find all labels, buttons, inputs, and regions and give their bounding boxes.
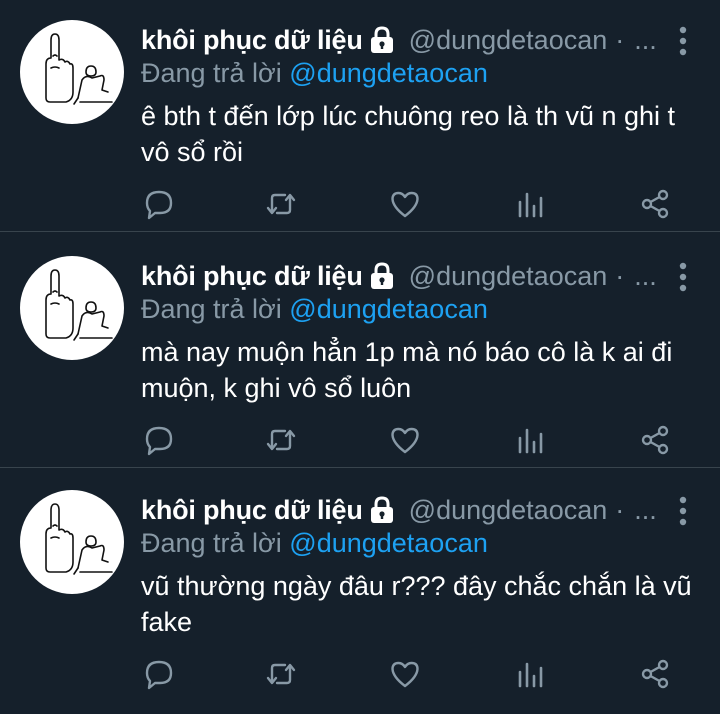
avatar-drawing-icon [45,503,113,575]
reply-button[interactable] [141,186,177,222]
tweet-actions [141,186,681,226]
lock-icon [369,26,395,54]
more-icon[interactable] [678,262,688,292]
reply-icon [145,426,173,456]
retweet-button[interactable] [263,422,299,458]
tweet-feed: khôi phục dữ liệu @dungdetaocan · ... Đa… [0,0,720,714]
reply-context: Đang trả lời @dungdetaocan [141,58,488,89]
stats-icon [518,662,543,688]
tweet[interactable]: khôi phục dữ liệu @dungdetaocan · ... Đa… [0,0,720,232]
stats-button[interactable] [513,422,549,458]
like-button[interactable] [387,422,423,458]
reply-prefix: Đang trả lời [141,294,282,324]
like-button[interactable] [387,186,423,222]
truncation-ellipsis: ... [634,494,657,525]
tweet[interactable]: khôi phục dữ liệu @dungdetaocan · ... Đa… [0,470,720,702]
reply-mention-link[interactable]: @dungdetaocan [289,528,488,558]
truncation-ellipsis: ... [634,260,657,291]
retweet-button[interactable] [263,656,299,692]
retweet-icon [266,193,296,215]
reply-icon [145,190,173,220]
share-button[interactable] [637,186,673,222]
like-icon [391,427,419,454]
stats-icon [518,428,543,454]
separator-dot: · [615,24,625,55]
retweet-button[interactable] [263,186,299,222]
author-name[interactable]: khôi phục dữ liệu [141,495,363,526]
retweet-icon [266,429,296,451]
tweet-text: ê bth t đến lớp lúc chuông reo là th vũ … [141,101,676,167]
tweet-actions [141,422,681,462]
avatar-drawing-icon [45,269,113,341]
stats-button[interactable] [513,656,549,692]
avatar-drawing-icon [45,33,113,105]
separator-dot: · [615,260,625,291]
separator-dot: · [615,494,625,525]
tweet-text: vũ thường ngày đâu r??? đây chắc chắn là… [141,571,692,637]
share-icon [641,659,669,689]
author-handle[interactable]: @dungdetaocan [409,495,608,526]
reply-prefix: Đang trả lời [141,58,282,88]
share-button[interactable] [637,422,673,458]
truncation-ellipsis: ... [634,24,657,55]
avatar[interactable] [20,20,124,124]
avatar[interactable] [20,256,124,360]
tweet[interactable]: khôi phục dữ liệu @dungdetaocan · ... Đa… [0,236,720,468]
reply-context: Đang trả lời @dungdetaocan [141,528,488,559]
author-handle[interactable]: @dungdetaocan [409,261,608,292]
share-icon [641,189,669,219]
like-icon [391,661,419,688]
like-button[interactable] [387,656,423,692]
stats-icon [518,192,543,218]
retweet-icon [266,663,296,685]
like-icon [391,191,419,218]
tweet-text: mà nay muộn hẳn 1p mà nó báo cô là k ai … [141,337,673,403]
reply-icon [145,660,173,690]
tweet-header: khôi phục dữ liệu @dungdetaocan · ... [141,492,657,528]
reply-prefix: Đang trả lời [141,528,282,558]
reply-context: Đang trả lời @dungdetaocan [141,294,488,325]
tweet-header: khôi phục dữ liệu @dungdetaocan · ... [141,258,657,294]
more-icon[interactable] [678,26,688,56]
share-icon [641,425,669,455]
more-icon[interactable] [678,496,688,526]
tweet-actions [141,656,681,696]
reply-mention-link[interactable]: @dungdetaocan [289,58,488,88]
author-name[interactable]: khôi phục dữ liệu [141,25,363,56]
tweet-header: khôi phục dữ liệu @dungdetaocan · ... [141,22,657,58]
avatar[interactable] [20,490,124,594]
stats-button[interactable] [513,186,549,222]
lock-icon [369,262,395,290]
lock-icon [369,496,395,524]
reply-button[interactable] [141,656,177,692]
author-name[interactable]: khôi phục dữ liệu [141,261,363,292]
author-handle[interactable]: @dungdetaocan [409,25,608,56]
reply-mention-link[interactable]: @dungdetaocan [289,294,488,324]
share-button[interactable] [637,656,673,692]
reply-button[interactable] [141,422,177,458]
